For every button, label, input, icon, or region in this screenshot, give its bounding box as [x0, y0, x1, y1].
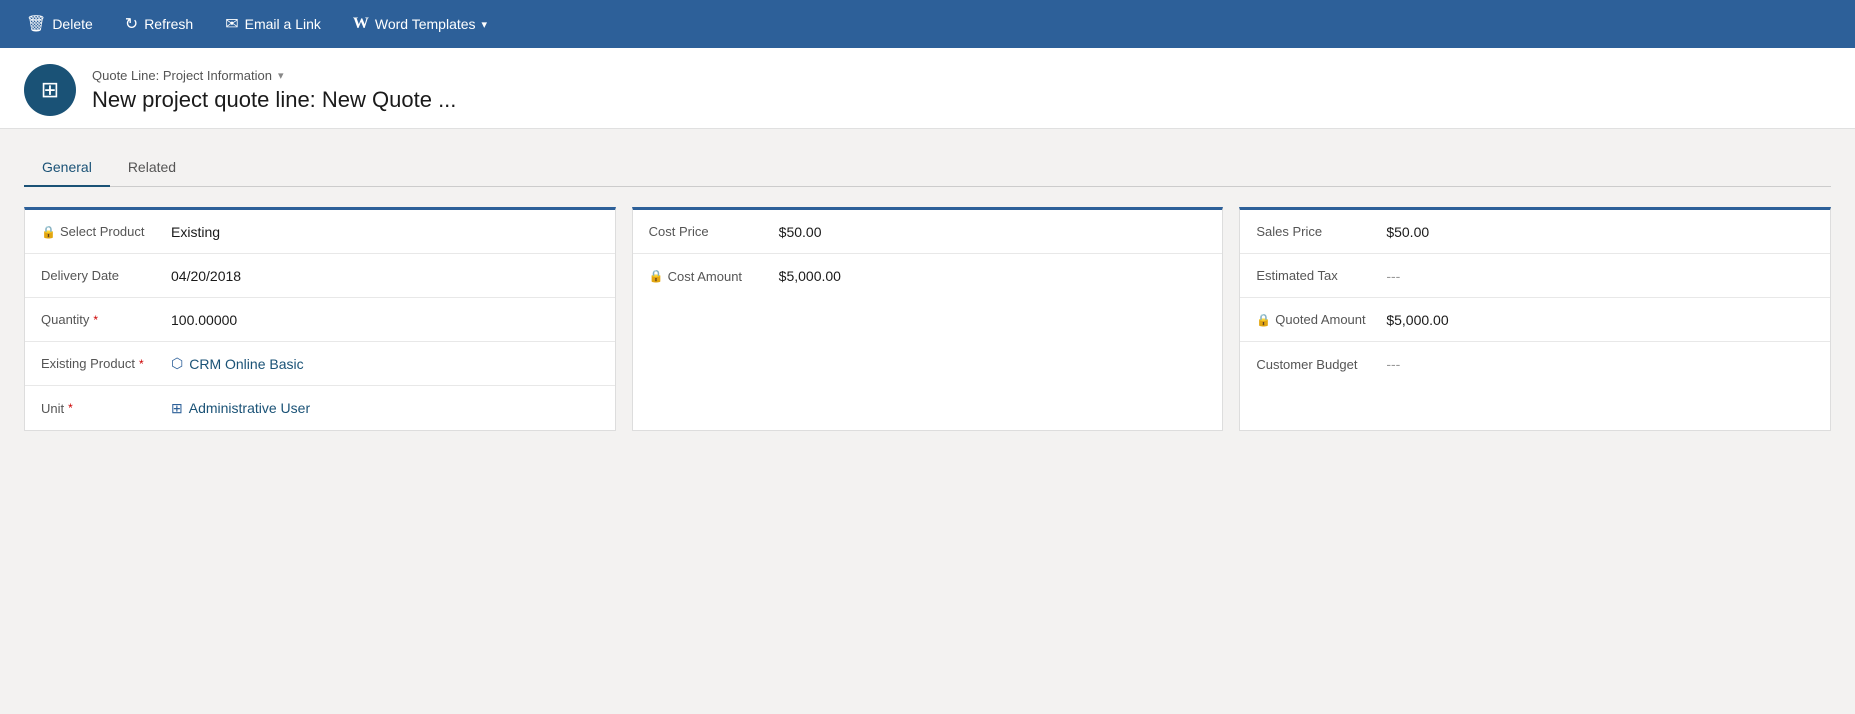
right-card: Sales Price $50.00 Estimated Tax --- 🔒 Q… — [1239, 207, 1831, 431]
field-value-estimated-tax: --- — [1386, 268, 1400, 284]
cards-grid: 🔒 Select Product Existing Delivery Date … — [24, 207, 1831, 431]
breadcrumb-chevron-icon: ▾ — [278, 69, 284, 82]
main-content: General Related 🔒 Select Product Existin… — [0, 129, 1855, 713]
tab-related[interactable]: Related — [110, 149, 194, 187]
word-templates-button[interactable]: W Word Templates ▾ — [339, 7, 501, 41]
field-row-quantity: Quantity * 100.00000 — [25, 298, 615, 342]
avatar: ⊞ — [24, 64, 76, 116]
lock-icon-cost-amount: 🔒 — [649, 269, 664, 283]
field-row-delivery-date: Delivery Date 04/20/2018 — [25, 254, 615, 298]
user-icon: ⊞ — [171, 400, 183, 417]
field-value-select-product: Existing — [171, 224, 220, 240]
left-card: 🔒 Select Product Existing Delivery Date … — [24, 207, 616, 431]
product-icon: ⬡ — [171, 355, 183, 372]
breadcrumb: Quote Line: Project Information ▾ — [92, 68, 456, 83]
toolbar: 🗑 Delete ↻ Refresh ✉ Email a Link W Word… — [0, 0, 1855, 48]
field-label-sales-price: Sales Price — [1256, 224, 1386, 239]
field-row-cost-price: Cost Price $50.00 — [633, 210, 1223, 254]
field-value-customer-budget: --- — [1386, 356, 1400, 372]
field-value-existing-product[interactable]: ⬡ CRM Online Basic — [171, 355, 304, 372]
middle-card: Cost Price $50.00 🔒 Cost Amount $5,000.0… — [632, 207, 1224, 431]
field-label-unit: Unit * — [41, 401, 171, 416]
word-icon: W — [353, 15, 369, 33]
field-label-estimated-tax: Estimated Tax — [1256, 268, 1386, 283]
field-value-quoted-amount: $5,000.00 — [1386, 312, 1448, 328]
field-label-cost-amount: 🔒 Cost Amount — [649, 269, 779, 284]
tabs-bar: General Related — [24, 149, 1831, 187]
delete-button[interactable]: 🗑 Delete — [12, 6, 107, 42]
field-label-select-product: 🔒 Select Product — [41, 224, 171, 239]
page-header: ⊞ Quote Line: Project Information ▾ New … — [0, 48, 1855, 129]
field-value-cost-price: $50.00 — [779, 224, 822, 240]
page-title: New project quote line: New Quote ... — [92, 87, 456, 113]
field-value-delivery-date: 04/20/2018 — [171, 268, 241, 284]
field-label-cost-price: Cost Price — [649, 224, 779, 239]
field-row-estimated-tax: Estimated Tax --- — [1240, 254, 1830, 298]
lock-icon-quoted-amount: 🔒 — [1256, 313, 1271, 327]
delete-icon: 🗑 — [26, 14, 46, 34]
required-star-unit: * — [68, 401, 73, 415]
required-star-quantity: * — [93, 313, 98, 327]
field-label-delivery-date: Delivery Date — [41, 268, 171, 283]
tab-general[interactable]: General — [24, 149, 110, 187]
field-value-sales-price: $50.00 — [1386, 224, 1429, 240]
field-row-unit: Unit * ⊞ Administrative User — [25, 386, 615, 430]
chevron-down-icon: ▾ — [482, 18, 488, 31]
lock-icon-select-product: 🔒 — [41, 225, 56, 239]
field-label-customer-budget: Customer Budget — [1256, 357, 1386, 372]
field-row-existing-product: Existing Product * ⬡ CRM Online Basic — [25, 342, 615, 386]
email-icon: ✉ — [225, 14, 238, 34]
refresh-icon: ↻ — [125, 14, 138, 34]
field-row-customer-budget: Customer Budget --- — [1240, 342, 1830, 386]
field-value-quantity[interactable]: 100.00000 — [171, 312, 237, 328]
refresh-button[interactable]: ↻ Refresh — [111, 6, 207, 42]
field-row-sales-price: Sales Price $50.00 — [1240, 210, 1830, 254]
field-row-quoted-amount: 🔒 Quoted Amount $5,000.00 — [1240, 298, 1830, 342]
field-label-quoted-amount: 🔒 Quoted Amount — [1256, 312, 1386, 327]
field-label-quantity: Quantity * — [41, 312, 171, 327]
field-row-select-product: 🔒 Select Product Existing — [25, 210, 615, 254]
field-label-existing-product: Existing Product * — [41, 356, 171, 371]
field-value-unit[interactable]: ⊞ Administrative User — [171, 400, 310, 417]
email-link-button[interactable]: ✉ Email a Link — [211, 6, 335, 42]
field-value-cost-amount: $5,000.00 — [779, 268, 841, 284]
header-text: Quote Line: Project Information ▾ New pr… — [92, 68, 456, 113]
field-row-cost-amount: 🔒 Cost Amount $5,000.00 — [633, 254, 1223, 298]
required-star-existing-product: * — [139, 357, 144, 371]
avatar-icon: ⊞ — [41, 77, 59, 103]
